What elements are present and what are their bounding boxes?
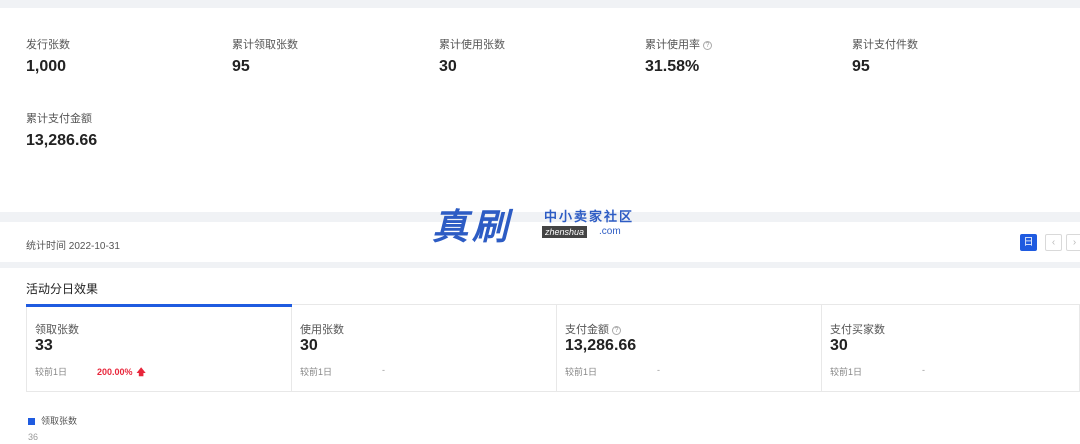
kpi-change: - (657, 365, 660, 375)
metric-label: 累计使用率? (645, 38, 712, 52)
legend-swatch (28, 418, 35, 426)
metric-label: 累计使用张数 (439, 39, 505, 51)
day-button[interactable]: 日 (1020, 234, 1037, 251)
kpi-compare-label: 较前1日 (565, 367, 598, 377)
chart-legend[interactable]: 领取张数 (28, 414, 77, 427)
summary-card: 发行张数 1,000 累计领取张数 95 累计使用张数 30 累计使用率? 31… (0, 8, 1080, 212)
kpi-change-value: 200.00% (97, 367, 133, 377)
watermark-tag: zhenshua (542, 226, 588, 238)
kpi-value: 30 (830, 337, 848, 354)
metric-value: 1,000 (26, 58, 67, 75)
section-title: 活动分日效果 (26, 282, 99, 296)
legend-label: 领取张数 (41, 416, 78, 426)
kpi-label: 支付金额? (565, 321, 621, 337)
metric-value: 13,286.66 (26, 132, 98, 149)
watermark-sub: 中小卖家社区 (544, 209, 635, 224)
kpi-label: 使用张数 (300, 324, 344, 336)
metric-label: 发行张数 (26, 39, 70, 51)
metric-paid-amount: 累计支付金额 13,286.66 (26, 112, 97, 151)
metric-usage-rate: 累计使用率? 31.58% (645, 38, 712, 77)
metric-value: 95 (852, 58, 870, 75)
kpi-label-text: 支付金额 (565, 324, 609, 336)
kpi-tab-used[interactable]: 使用张数 30 较前1日 - (292, 305, 557, 391)
kpi-compare-label: 较前1日 (35, 367, 68, 377)
kpi-tab-paying-buyers[interactable]: 支付买家数 30 较前1日 - (822, 305, 1079, 391)
kpi-change: - (382, 365, 385, 375)
help-icon[interactable]: ? (612, 325, 621, 335)
kpi-row: 领取张数 33 较前1日 200.00% 🡅 使用张数 30 较前1日 - 支付金… (26, 304, 1080, 392)
kpi-value: 33 (35, 337, 53, 354)
metric-label: 累计支付件数 (852, 39, 918, 51)
kpi-change: - (922, 365, 925, 375)
metric-label: 累计领取张数 (232, 39, 298, 51)
y-axis-tick: 36 (28, 432, 39, 442)
metric-value: 95 (232, 58, 250, 75)
metric-issued: 发行张数 1,000 (26, 38, 70, 77)
kpi-value: 13,286.66 (565, 337, 637, 354)
kpi-compare-label: 较前1日 (830, 367, 863, 377)
metric-value: 30 (439, 58, 457, 75)
chevron-right-icon[interactable]: › (1066, 234, 1080, 251)
kpi-tab-claimed[interactable]: 领取张数 33 较前1日 200.00% 🡅 (26, 304, 292, 391)
metric-value: 31.58% (645, 58, 700, 75)
chevron-left-icon[interactable]: ‹ (1045, 234, 1062, 251)
metric-used: 累计使用张数 30 (439, 38, 505, 77)
metric-label-text: 累计使用率 (645, 39, 700, 51)
kpi-change: 200.00% 🡅 (97, 365, 146, 381)
kpi-tab-paid-amount[interactable]: 支付金额? 13,286.66 较前1日 - (557, 305, 822, 391)
metric-claimed: 累计领取张数 95 (232, 38, 298, 77)
watermark-main: 真刷 (432, 206, 513, 248)
help-icon[interactable]: ? (703, 40, 712, 50)
kpi-label: 领取张数 (35, 324, 79, 336)
metric-paid-items: 累计支付件数 95 (852, 38, 918, 77)
watermark-logo: 真刷 中小卖家社区 zhenshua .com (432, 198, 662, 248)
kpi-compare-label: 较前1日 (300, 367, 333, 377)
stat-time-label: 统计时间 2022-10-31 (26, 241, 120, 252)
watermark-domain: .com (599, 226, 621, 237)
daily-effect-card: 活动分日效果 领取张数 33 较前1日 200.00% 🡅 使用张数 30 较前1… (0, 268, 1080, 444)
kpi-label: 支付买家数 (830, 324, 885, 336)
arrow-up-icon: 🡅 (136, 367, 146, 377)
kpi-value: 30 (300, 337, 318, 354)
metric-label: 累计支付金额 (26, 113, 92, 125)
